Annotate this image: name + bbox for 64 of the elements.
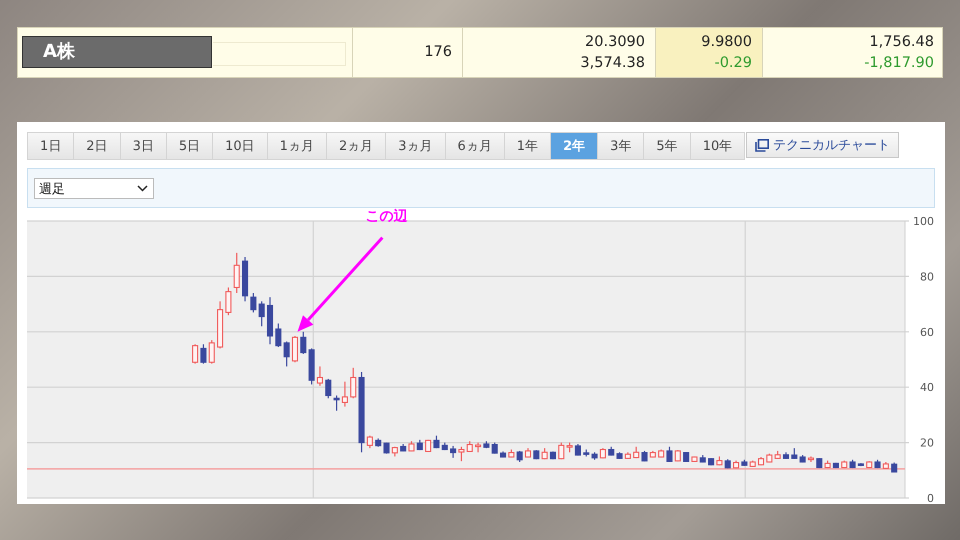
candlestick	[791, 448, 798, 460]
candlestick	[192, 344, 198, 364]
candlestick	[300, 331, 306, 355]
period-tab[interactable]: 1日	[28, 133, 74, 159]
candlestick	[225, 286, 232, 316]
candlestick	[674, 449, 681, 462]
period-tab[interactable]: 5年	[644, 133, 691, 159]
y-axis-label: 40	[920, 381, 934, 394]
candlestick	[558, 442, 564, 460]
stock-name: A株	[22, 36, 212, 68]
period-tab[interactable]: 2ヵ月	[326, 133, 386, 159]
candlestick	[475, 442, 482, 453]
period-tab[interactable]: 1年	[504, 133, 552, 159]
candlestick	[342, 381, 348, 408]
candlestick	[458, 446, 464, 462]
candlestick	[566, 442, 573, 453]
candlestick	[200, 344, 206, 364]
period-tab[interactable]: 2日	[74, 133, 121, 159]
price-value: 20.3090	[585, 32, 645, 52]
candlestick	[334, 394, 340, 412]
candlestick	[516, 450, 523, 463]
candlestick	[258, 300, 265, 327]
candlestick	[408, 440, 415, 452]
interval-select[interactable]: 週足	[34, 178, 154, 199]
y-axis-label: 80	[920, 270, 934, 284]
window-icon	[755, 138, 770, 152]
candlestick	[316, 366, 323, 386]
chevron-down-icon	[137, 185, 148, 192]
candlestick	[641, 450, 648, 462]
annotation-label: この辺	[365, 208, 408, 225]
candlestick	[600, 448, 606, 459]
candlestick	[724, 458, 731, 469]
candlestick	[450, 445, 456, 458]
candlestick	[292, 335, 298, 363]
candlestick	[250, 292, 256, 314]
period-tab[interactable]: 3ヵ月	[386, 133, 446, 159]
period-tab[interactable]: 1ヵ月	[268, 133, 327, 159]
period-tab[interactable]: 10年	[690, 133, 744, 159]
period-tab[interactable]: 5日	[166, 133, 214, 159]
candlestick	[234, 252, 240, 294]
price-value: 1,756.48	[869, 32, 934, 52]
price-value: 9.9800	[701, 32, 752, 52]
change-value: -0.29	[714, 54, 752, 72]
change-value: -1,817.90	[864, 54, 934, 72]
candlestick	[366, 435, 373, 449]
candlestick	[284, 340, 290, 368]
technical-chart-button[interactable]: テクニカルチャート	[746, 132, 900, 158]
candlestick	[208, 340, 215, 364]
candlestick	[666, 446, 673, 463]
period-tab[interactable]: 3日	[120, 133, 167, 159]
y-axis-label: 20	[920, 436, 934, 450]
period-tab[interactable]: 6ヵ月	[446, 133, 505, 159]
price-value: 3,574.38	[580, 54, 645, 72]
y-axis-label: 60	[920, 326, 934, 339]
candlestick	[350, 367, 356, 399]
y-axis-label: 100	[913, 215, 934, 228]
candlestick	[433, 435, 440, 449]
price-value: 176	[424, 43, 452, 62]
period-tab[interactable]: 10日	[213, 133, 268, 159]
period-tab[interactable]: 3年	[598, 133, 644, 159]
candlestick	[683, 451, 690, 463]
y-axis-label: 0	[927, 492, 934, 505]
candlestick	[275, 322, 282, 348]
candlestick	[325, 378, 332, 399]
